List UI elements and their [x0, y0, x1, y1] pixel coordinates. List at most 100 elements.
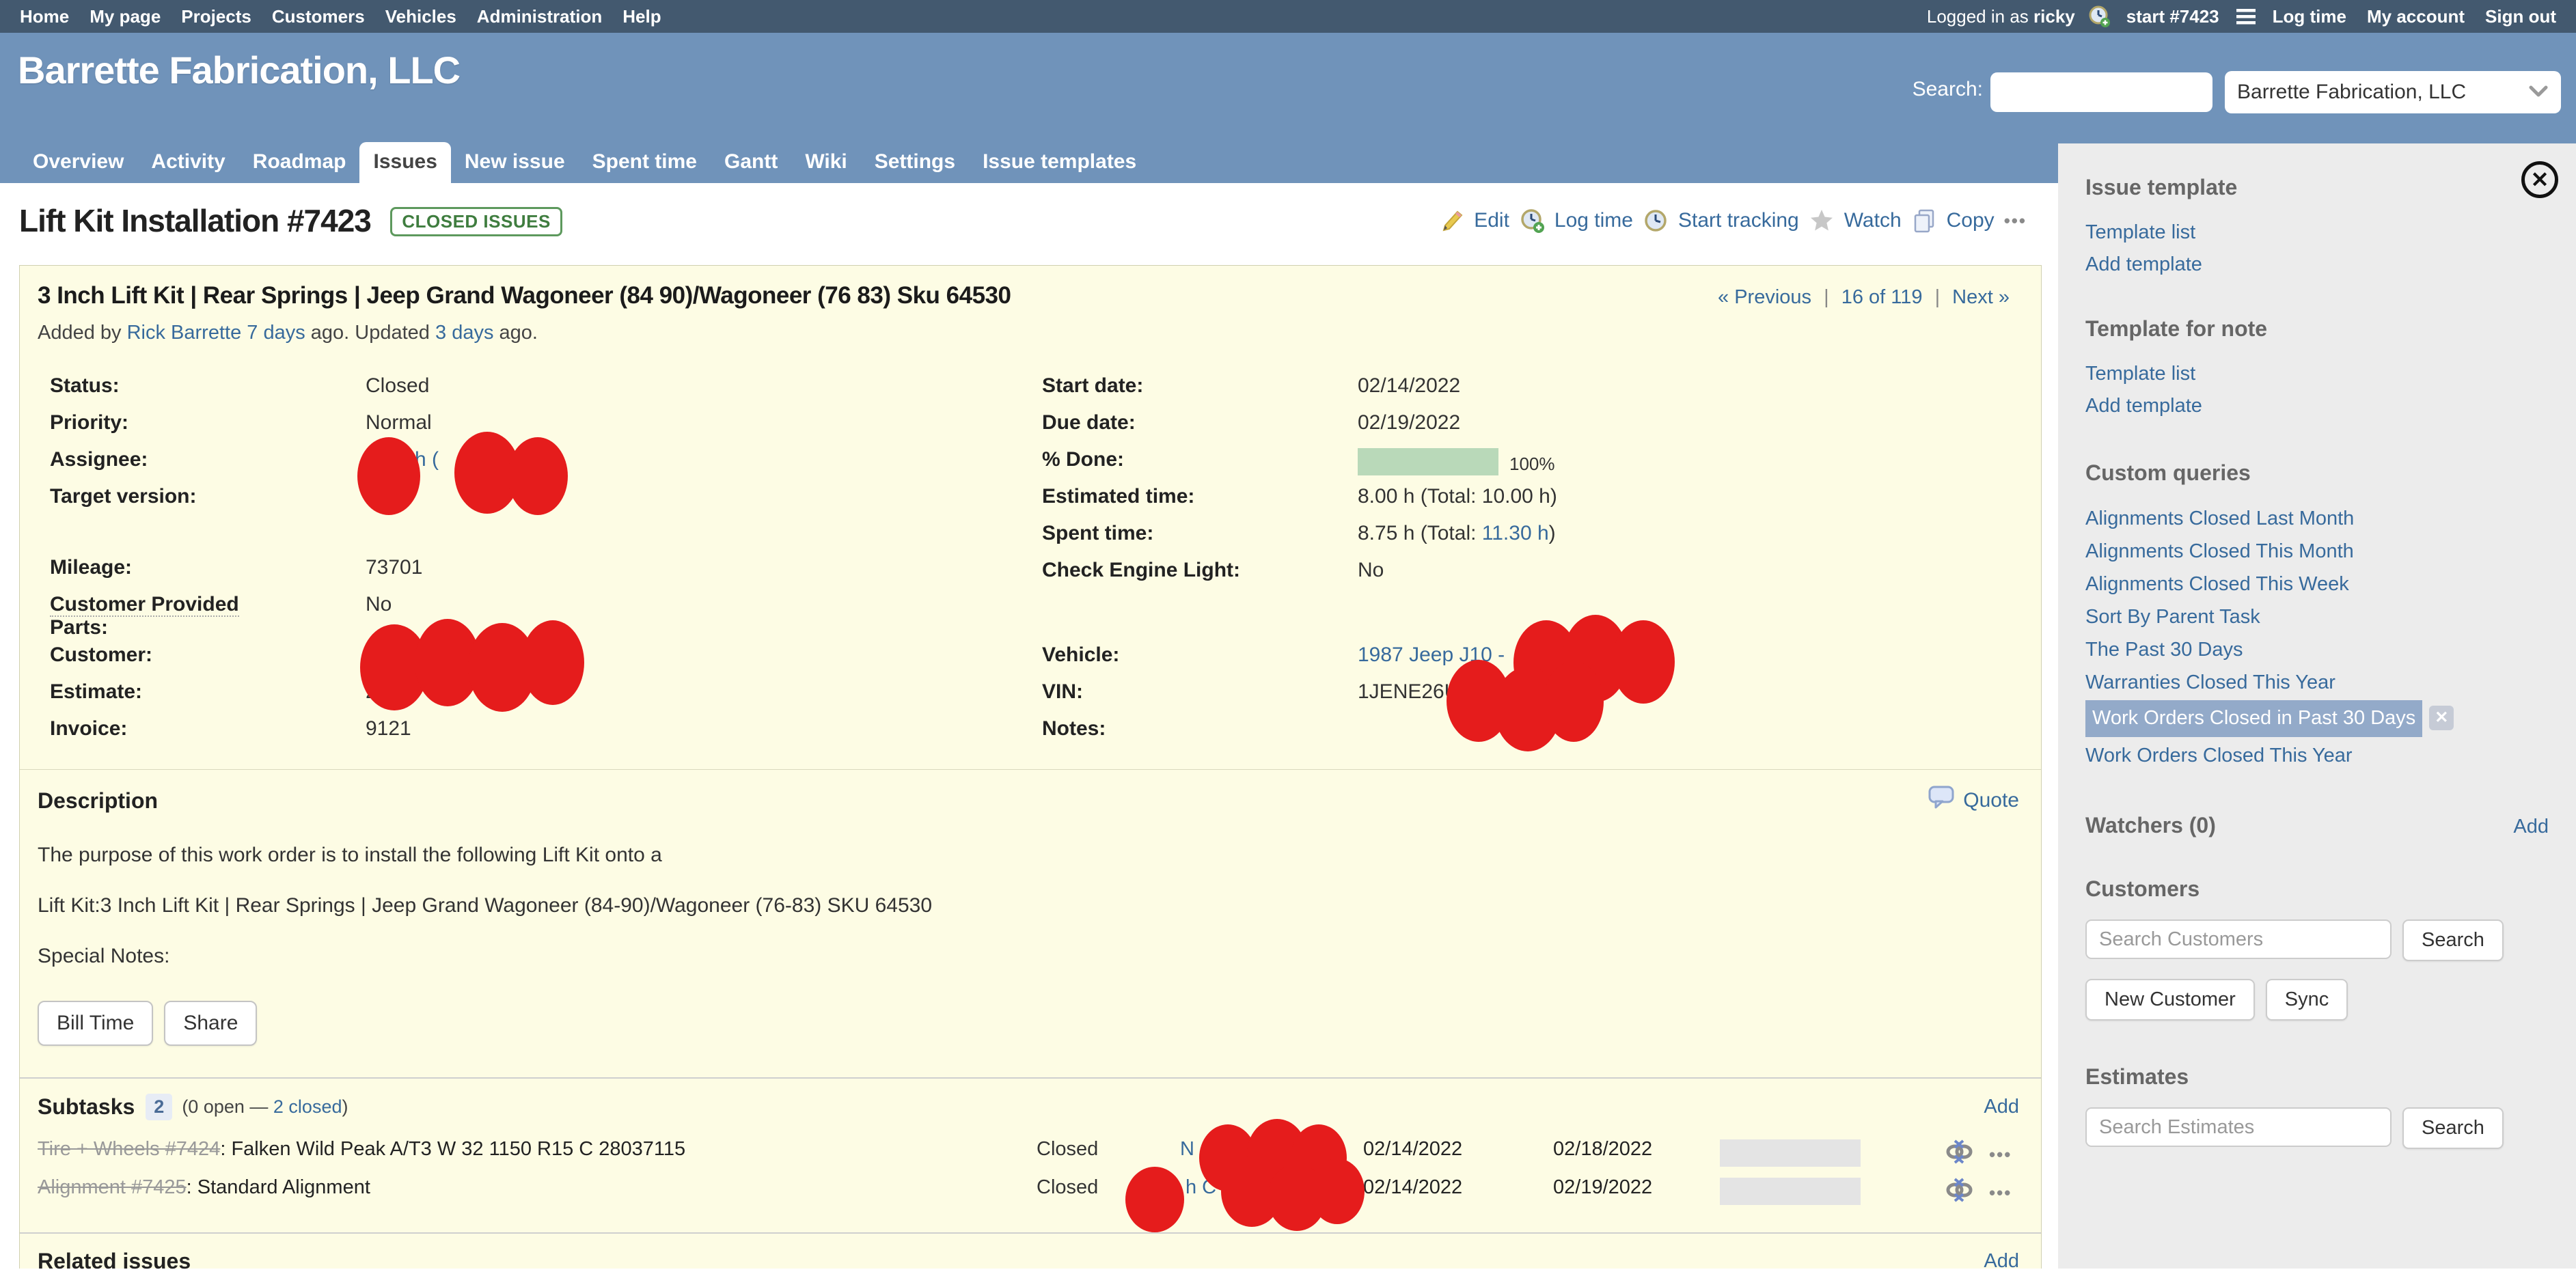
search-customers-input[interactable]	[2085, 919, 2392, 959]
assignee-value-redacted[interactable]: h (	[366, 448, 439, 485]
tab-overview[interactable]: Overview	[19, 142, 137, 183]
target-version-label: Target version:	[50, 485, 366, 522]
custom-query-link[interactable]: Work Orders Closed This Year	[2085, 739, 2549, 772]
author-link[interactable]: Rick Barrette	[127, 322, 242, 344]
subtask-assignee-redacted[interactable]: N	[1180, 1138, 1194, 1161]
template-list-link[interactable]: Template list	[2085, 217, 2549, 249]
topmenu-projects[interactable]: Projects	[171, 6, 262, 27]
section-divider	[20, 1232, 2041, 1234]
tab-spent-time[interactable]: Spent time	[579, 142, 711, 183]
project-selector[interactable]: Barrette Fabrication, LLC	[2225, 71, 2561, 113]
issue-pagination: « Previous | 16 of 119 | Next »	[1711, 286, 2016, 309]
custom-query-link[interactable]: Alignments Closed This Month	[2085, 535, 2549, 568]
watch-star-icon	[1809, 208, 1835, 234]
custom-query-selected[interactable]: Work Orders Closed in Past 30 Days	[2085, 700, 2422, 737]
topmenu-vehicles[interactable]: Vehicles	[375, 6, 467, 27]
add-template-link[interactable]: Add template	[2085, 249, 2549, 281]
topmenu-my-account[interactable]: My account	[2357, 6, 2475, 27]
clear-query-button[interactable]: ✕	[2429, 706, 2454, 730]
tab-roadmap[interactable]: Roadmap	[239, 142, 360, 183]
topmenu-home[interactable]: Home	[10, 6, 79, 27]
subtask-status: Closed	[1037, 1176, 1098, 1199]
description-paragraph: The purpose of this work order is to ins…	[38, 844, 2023, 867]
added-ago-link[interactable]: 7 days	[247, 322, 305, 344]
estimate-label: Estimate:	[50, 680, 366, 717]
subtask-due-date: 02/19/2022	[1553, 1176, 1652, 1199]
topmenu-sign-out[interactable]: Sign out	[2475, 6, 2566, 27]
tab-gantt[interactable]: Gantt	[711, 142, 791, 183]
topmenu-my-page[interactable]: My page	[79, 6, 171, 27]
topmenu-help[interactable]: Help	[612, 6, 671, 27]
unlink-icon[interactable]	[1944, 1176, 1974, 1209]
start-issue-timer[interactable]: start #7423	[2116, 6, 2230, 27]
tab-activity[interactable]: Activity	[137, 142, 238, 183]
tab-new-issue[interactable]: New issue	[451, 142, 579, 183]
sync-button[interactable]: Sync	[2266, 979, 2348, 1021]
edit-button[interactable]: Edit	[1474, 209, 1509, 232]
redaction-blob	[1612, 620, 1675, 704]
log-time-clock-icon	[1519, 208, 1545, 234]
quote-link[interactable]: Quote	[1928, 785, 2019, 816]
username: ricky	[2033, 6, 2075, 27]
subtask-id-link[interactable]: Tire + Wheels #7424	[38, 1138, 220, 1160]
close-sidebar-button[interactable]: ✕	[2521, 161, 2558, 198]
custom-queries-title: Custom queries	[2085, 460, 2549, 486]
previous-issue-link[interactable]: « Previous	[1718, 286, 1811, 308]
search-input[interactable]	[1990, 72, 2212, 112]
share-button[interactable]: Share	[164, 1001, 257, 1046]
timer-list-icon[interactable]	[2235, 7, 2257, 26]
subtask-more-button[interactable]: •••	[1989, 1182, 2012, 1204]
add-watcher-link[interactable]: Add	[2513, 816, 2549, 838]
custom-query-link[interactable]: Warranties Closed This Year	[2085, 666, 2549, 699]
unlink-icon[interactable]	[1944, 1138, 1974, 1171]
add-related-issue-link[interactable]: Add	[1984, 1250, 2019, 1273]
check-engine-light-label: Check Engine Light:	[1042, 559, 1358, 596]
search-estimates-input[interactable]	[2085, 1107, 2392, 1147]
subtask-list: Tire + Wheels #7424: Falken Wild Peak A/…	[38, 1138, 2023, 1215]
custom-query-link[interactable]: Sort By Parent Task	[2085, 600, 2549, 633]
note-add-template-link[interactable]: Add template	[2085, 390, 2549, 422]
priority-label: Priority:	[50, 411, 366, 448]
copy-button[interactable]: Copy	[1947, 209, 1995, 232]
tab-wiki[interactable]: Wiki	[791, 142, 860, 183]
start-tracking-button[interactable]: Start tracking	[1678, 209, 1799, 232]
more-actions-button[interactable]: •••	[2004, 210, 2027, 232]
closed-subtasks-link[interactable]: 2 closed	[273, 1096, 342, 1117]
topmenu-log-time[interactable]: Log time	[2262, 6, 2357, 27]
custom-query-link[interactable]: Alignments Closed Last Month	[2085, 502, 2549, 535]
custom-query-link[interactable]: Alignments Closed This Week	[2085, 568, 2549, 600]
issue-position[interactable]: 16 of 119	[1841, 286, 1923, 308]
next-issue-link[interactable]: Next »	[1952, 286, 2010, 308]
spent-time-total-link[interactable]: 11.30 h	[1482, 522, 1549, 544]
watch-button[interactable]: Watch	[1844, 209, 1902, 232]
estimated-time-label: Estimated time:	[1042, 485, 1358, 522]
redaction-blob	[1310, 1159, 1365, 1224]
subtask-id-link[interactable]: Alignment #7425	[38, 1176, 187, 1198]
search-estimates-button[interactable]: Search	[2402, 1107, 2504, 1149]
issue-panel: 3 Inch Lift Kit | Rear Springs | Jeep Gr…	[19, 265, 2042, 1269]
bill-time-button[interactable]: Bill Time	[38, 1001, 153, 1046]
search-customers-button[interactable]: Search	[2402, 919, 2504, 961]
add-subtask-link[interactable]: Add	[1984, 1096, 2019, 1118]
start-timer-clock-icon[interactable]	[2087, 5, 2111, 28]
subtasks-count-badge: 2	[146, 1094, 172, 1120]
issue-subject-row: 3 Inch Lift Kit | Rear Springs | Jeep Gr…	[38, 282, 2023, 309]
updated-ago-link[interactable]: 3 days	[435, 322, 493, 344]
topmenu-customers[interactable]: Customers	[262, 6, 375, 27]
note-template-list-link[interactable]: Template list	[2085, 358, 2549, 390]
tab-issues[interactable]: Issues	[359, 142, 450, 183]
customer-value-redacted[interactable]	[366, 643, 584, 680]
tab-settings[interactable]: Settings	[861, 142, 969, 183]
subtasks-header: Subtasks 2 (0 open — 2 closed) Add	[38, 1094, 2023, 1120]
tab-issue-templates[interactable]: Issue templates	[969, 142, 1150, 183]
invoice-link[interactable]: 9121	[366, 717, 411, 754]
issue-byline: Added by Rick Barrette 7 days ago. Updat…	[38, 322, 2023, 344]
log-time-button[interactable]: Log time	[1554, 209, 1633, 232]
topmenu-administration[interactable]: Administration	[467, 6, 612, 27]
check-engine-light-value: No	[1358, 559, 1384, 596]
subtask-start-date: 02/14/2022	[1363, 1138, 1462, 1161]
custom-query-link[interactable]: The Past 30 Days	[2085, 633, 2549, 666]
top-menu-bar: Home My page Projects Customers Vehicles…	[0, 0, 2576, 33]
new-customer-button[interactable]: New Customer	[2085, 979, 2255, 1021]
subtask-more-button[interactable]: •••	[1989, 1144, 2012, 1165]
